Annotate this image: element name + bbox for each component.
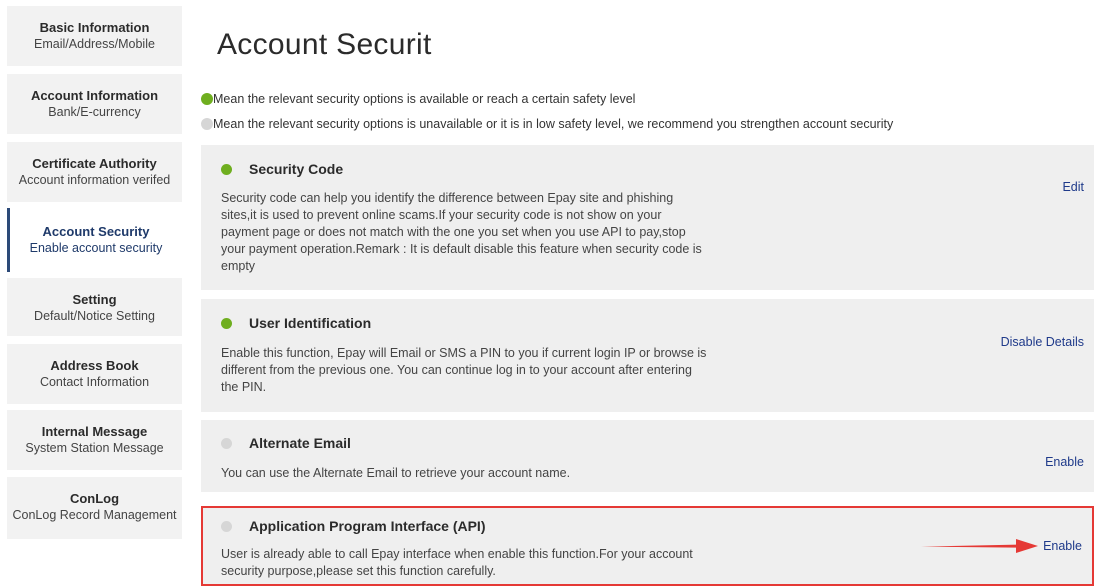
sidebar-item-subtitle: System Station Message [25,441,164,455]
status-off-icon [221,437,232,449]
enable-api-link[interactable]: Enable [1043,539,1082,553]
sidebar-item-title: Address Book [50,358,139,373]
option-name: Application Program Interface (API) [249,518,486,534]
option-description: Enable this function, Epay will Email or… [221,346,707,394]
legend-unavailable: Mean the relevant security options is un… [201,117,893,131]
sidebar-item-conlog[interactable]: ConLog ConLog Record Management [7,477,182,539]
option-name: Security Code [249,161,344,177]
sidebar-item-setting[interactable]: Setting Default/Notice Setting [7,278,182,336]
sidebar-item-title: Internal Message [41,424,148,439]
legend-available-text: Mean the relevant security options is av… [213,92,636,106]
sidebar-item-address-book[interactable]: Address Book Contact Information [7,344,182,404]
status-on-icon [221,317,232,329]
sidebar-item-subtitle: Default/Notice Setting [34,309,155,323]
annotation-arrow-icon [921,539,1038,553]
option-description: You can use the Alternate Email to retri… [221,466,571,480]
sidebar-item-internal-message[interactable]: Internal Message System Station Message [7,410,182,470]
status-off-icon [221,520,232,532]
sidebar-item-certificate-authority[interactable]: Certificate Authority Account informatio… [7,142,182,202]
option-header: User Identification [221,315,371,331]
sidebar-item-title: Setting [72,292,117,307]
sidebar-item-title: Certificate Authority [32,156,157,171]
sidebar-item-subtitle: Enable account security [29,241,163,255]
legend-unavailable-text: Mean the relevant security options is un… [213,117,894,131]
sidebar-item-subtitle: Email/Address/Mobile [34,37,155,51]
option-header: Application Program Interface (API) [221,518,485,534]
disable-details-link[interactable]: Disable Details [1001,335,1084,349]
option-header: Alternate Email [221,435,351,451]
option-header: Security Code [221,161,343,177]
page-title: Account Securit [217,28,432,61]
status-on-icon [221,163,232,175]
enable-alternate-email-link[interactable]: Enable [1045,455,1084,469]
legend-available: Mean the relevant security options is av… [201,92,635,106]
status-on-icon [201,93,213,105]
option-user-identification: User Identification Enable this function… [201,299,1094,412]
option-alternate-email: Alternate Email You can use the Alternat… [201,420,1094,492]
sidebar-item-title: Basic Information [39,20,150,35]
status-off-icon [201,118,213,130]
sidebar-item-subtitle: Account information verifed [18,173,171,187]
option-name: Alternate Email [249,435,351,451]
sidebar-item-subtitle: Bank/E-currency [48,105,141,119]
sidebar-item-basic-information[interactable]: Basic Information Email/Address/Mobile [7,6,182,66]
option-security-code: Security Code Security code can help you… [201,145,1094,290]
edit-link[interactable]: Edit [1062,180,1084,194]
sidebar-item-account-security[interactable]: Account Security Enable account security [7,208,182,272]
sidebar-item-title: Account Information [30,88,159,103]
sidebar-item-subtitle: Contact Information [39,375,150,389]
option-description: Security code can help you identify the … [221,191,702,273]
sidebar-item-title: ConLog [69,491,120,506]
sidebar-item-title: Account Security [42,224,150,239]
sidebar-item-subtitle: ConLog Record Management [12,508,177,522]
sidebar-item-account-information[interactable]: Account Information Bank/E-currency [7,74,182,134]
option-description: User is already able to call Epay interf… [221,547,693,578]
option-name: User Identification [249,315,372,331]
